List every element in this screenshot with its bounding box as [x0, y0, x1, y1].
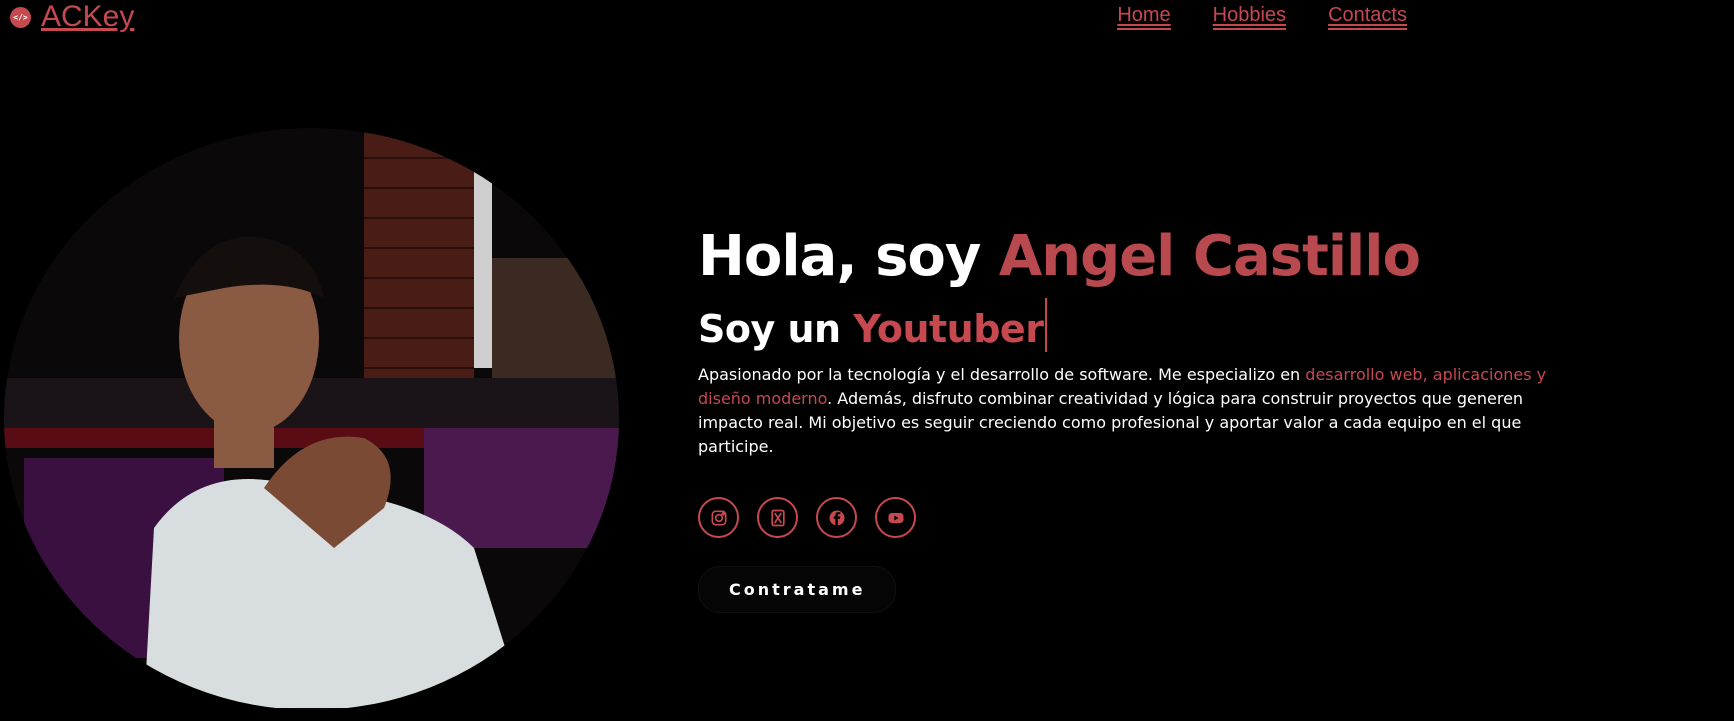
- brand[interactable]: </> ACKey: [10, 0, 134, 34]
- bio-text-start: Apasionado por la tecnología y el desarr…: [698, 365, 1306, 384]
- nav-hobbies-link[interactable]: Hobbies: [1212, 4, 1287, 30]
- hire-me-button[interactable]: Contratame: [698, 566, 897, 613]
- brand-name[interactable]: ACKey: [41, 0, 134, 34]
- youtube-button[interactable]: [875, 497, 916, 538]
- x-twitter-icon: [770, 509, 785, 526]
- hero-title: Hola, soy Angel Castillo: [698, 222, 1558, 292]
- x-twitter-button[interactable]: [757, 497, 798, 538]
- profile-photo: [4, 128, 619, 710]
- youtube-icon: [888, 512, 903, 523]
- nav-contacts-link[interactable]: Contacts: [1328, 4, 1407, 30]
- nav-home-link[interactable]: Home: [1117, 4, 1171, 30]
- role-prefix: Soy un: [698, 307, 854, 351]
- top-nav: Home Hobbies Contacts: [1117, 4, 1407, 30]
- instagram-icon: [711, 510, 726, 525]
- hero-subtitle: Soy un Youtuber: [698, 298, 1558, 353]
- role-text: Youtuber: [853, 307, 1044, 351]
- facebook-button[interactable]: [816, 497, 857, 538]
- hero-name: Angel Castillo: [998, 224, 1421, 289]
- hero: Hola, soy Angel Castillo Soy un Youtuber…: [698, 222, 1558, 613]
- code-icon: </>: [10, 6, 31, 28]
- social-links: [698, 497, 1558, 538]
- bio-paragraph: Apasionado por la tecnología y el desarr…: [698, 363, 1558, 459]
- typing-caret: [1045, 298, 1048, 352]
- greeting-prefix: Hola, soy: [698, 224, 999, 289]
- facebook-icon: [829, 510, 844, 525]
- instagram-button[interactable]: [698, 497, 739, 538]
